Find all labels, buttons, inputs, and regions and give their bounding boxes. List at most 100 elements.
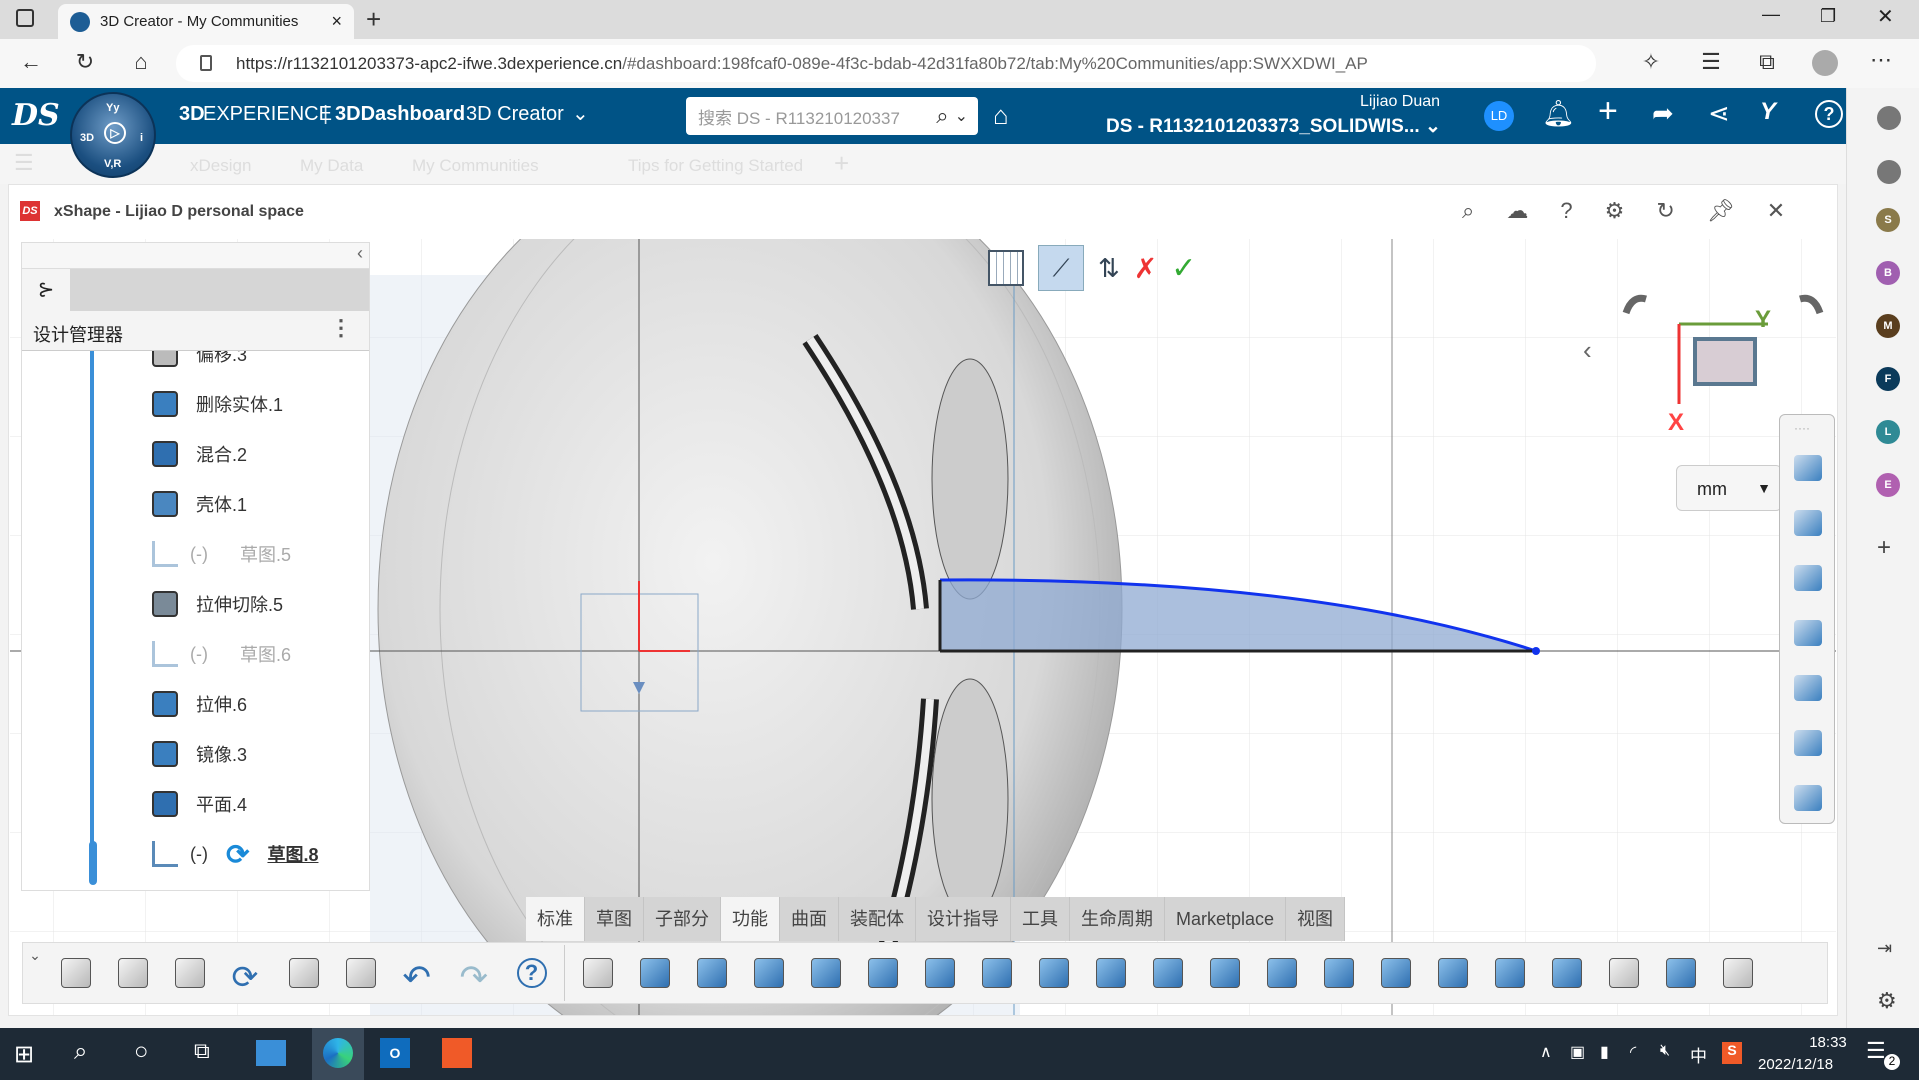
community-avatar[interactable]: M	[1876, 314, 1900, 338]
mirror-button[interactable]	[1196, 948, 1253, 998]
drag-handle[interactable]: ····	[1794, 421, 1810, 435]
notifications-icon[interactable]: 🔔︎	[1542, 98, 1575, 129]
tab-xdesign[interactable]: xDesign	[190, 156, 251, 176]
grid-icon[interactable]	[988, 250, 1024, 286]
volume-muted-icon[interactable]: 🔇︎	[1660, 1042, 1670, 1060]
collapse-sidebar-icon[interactable]: ⇥	[1877, 938, 1892, 959]
sogou-icon[interactable]: S	[1722, 1042, 1742, 1064]
pin-icon[interactable]: 📌︎	[1707, 198, 1735, 224]
user-avatar[interactable]: LD	[1484, 101, 1514, 131]
profile-icon[interactable]	[1812, 50, 1838, 76]
sweep-button[interactable]	[797, 948, 854, 998]
add-community-icon[interactable]: +	[1877, 534, 1891, 562]
combine-button[interactable]	[1424, 948, 1481, 998]
pattern-button[interactable]	[1253, 948, 1310, 998]
cortana-icon[interactable]: ○	[134, 1038, 149, 1066]
confirm-sketch-icon[interactable]: ✓	[1171, 251, 1196, 286]
solidworks-app-icon[interactable]	[256, 1040, 286, 1066]
shell-button[interactable]	[1082, 948, 1139, 998]
wifi-icon[interactable]: ◜	[1630, 1042, 1636, 1062]
back-icon[interactable]: ←	[16, 49, 46, 75]
help-button[interactable]: ?	[503, 948, 560, 998]
community-avatar[interactable]: E	[1876, 473, 1900, 497]
search-icon[interactable]: ⌕	[1462, 198, 1474, 224]
tray-expand-icon[interactable]: ∧	[1540, 1042, 1552, 1062]
browser-tab[interactable]: 3D Creator - My Communities ×	[58, 4, 354, 39]
command-tab[interactable]: Marketplace	[1165, 897, 1287, 941]
app-name[interactable]: 3D Creator	[466, 102, 564, 126]
extensions-icon[interactable]: ✧	[1636, 49, 1666, 75]
normal-to-icon[interactable]	[1794, 730, 1822, 756]
tree-item[interactable]: 镜像.3	[152, 737, 247, 771]
new-tab-icon[interactable]: +	[366, 4, 381, 35]
tree-item[interactable]: (-) 草图.5	[152, 537, 291, 571]
task-view-icon[interactable]: ⧉	[194, 1038, 210, 1064]
compass-widget[interactable]: Yy 3D i V,R ▷	[70, 92, 156, 178]
clock-time[interactable]: 18:33	[1778, 1034, 1878, 1051]
command-tab[interactable]: 标准	[526, 897, 585, 941]
outlook-icon[interactable]: O	[380, 1038, 410, 1068]
clock-date[interactable]: 2022/12/18	[1758, 1056, 1833, 1073]
print-icon[interactable]	[1794, 455, 1822, 481]
community-avatar[interactable]: F	[1876, 367, 1900, 391]
command-tab[interactable]: 功能	[721, 897, 780, 941]
open-button[interactable]	[104, 948, 161, 998]
snap-icon[interactable]: ⟋	[1038, 245, 1084, 291]
toolbar-expand-icon[interactable]: ⌄	[23, 947, 47, 964]
cancel-sketch-icon[interactable]: ✗	[1134, 252, 1157, 285]
command-tab[interactable]: 草图	[585, 897, 644, 941]
primitive-button[interactable]	[569, 948, 626, 998]
play-icon[interactable]: ▷	[104, 122, 126, 144]
community-avatar[interactable]: L	[1876, 420, 1900, 444]
collapse-view-icon[interactable]: ‹	[1583, 335, 1592, 365]
help-icon[interactable]: ?	[1815, 100, 1843, 128]
ime-indicator[interactable]: 中	[1690, 1042, 1707, 1067]
close-tab-icon[interactable]: ×	[331, 11, 342, 32]
zoom-fit-icon[interactable]	[1794, 675, 1822, 701]
edge-app-button[interactable]	[312, 1028, 364, 1080]
rib-button[interactable]	[1310, 948, 1367, 998]
tree-item[interactable]: 删除实体.1	[152, 387, 283, 421]
command-tab[interactable]: 工具	[1011, 897, 1070, 941]
lock-rotate-icon[interactable]	[1794, 510, 1822, 536]
add-select-icon[interactable]	[1794, 620, 1822, 646]
more-options-icon[interactable]: ⋮	[330, 315, 352, 341]
help-icon[interactable]: ?	[1560, 198, 1572, 224]
view-cube[interactable]	[1693, 337, 1757, 386]
add-tab-icon[interactable]: +	[834, 148, 849, 179]
tree-item[interactable]: 平面.4	[152, 787, 247, 821]
url-field[interactable]: https://r1132101203373-apc2-ifwe.3dexper…	[176, 45, 1596, 82]
home-icon[interactable]: ⌂	[126, 49, 156, 75]
refresh-button[interactable]: ⟳	[218, 948, 275, 998]
split-button[interactable]	[1481, 948, 1538, 998]
command-tab[interactable]: 生命周期	[1070, 897, 1165, 941]
feature-tree-tab-icon[interactable]: ⊱	[22, 269, 70, 311]
chamfer-button[interactable]	[1025, 948, 1082, 998]
new-button[interactable]	[47, 948, 104, 998]
close-window-icon[interactable]: ✕	[1877, 4, 1894, 29]
collapse-panel-icon[interactable]: ‹	[357, 243, 363, 264]
thicken-button[interactable]	[1709, 948, 1766, 998]
more-icon[interactable]: ⋯	[1866, 47, 1896, 73]
search-icon[interactable]: ⌕	[936, 103, 948, 129]
move-face-button[interactable]	[1139, 948, 1196, 998]
extrude-cut-button[interactable]	[683, 948, 740, 998]
menu-icon[interactable]: ☰	[14, 150, 34, 176]
favorites-icon[interactable]: ☰	[1696, 49, 1726, 75]
undo-button[interactable]: ↶	[389, 948, 446, 998]
tenant-selector[interactable]: DS - R1132101203373_SOLIDWIS... ⌄	[1106, 115, 1441, 138]
settings-button[interactable]	[332, 948, 389, 998]
gear-icon[interactable]: ⚙	[1605, 198, 1625, 224]
sidebar-icon-1[interactable]	[1877, 106, 1901, 130]
tab-actions-icon[interactable]	[16, 9, 34, 27]
close-icon[interactable]: ✕	[1767, 198, 1785, 224]
add-icon[interactable]: +	[1598, 92, 1618, 131]
command-tab[interactable]: 设计指导	[916, 897, 1011, 941]
command-tab[interactable]: 装配体	[839, 897, 916, 941]
notification-center-icon[interactable]: ☰	[1866, 1038, 1886, 1064]
draft-button[interactable]	[1367, 948, 1424, 998]
tag-icon[interactable]: ⌂	[993, 100, 1009, 131]
properties-button[interactable]	[275, 948, 332, 998]
extrude-button[interactable]	[626, 948, 683, 998]
command-tab[interactable]: 曲面	[780, 897, 839, 941]
